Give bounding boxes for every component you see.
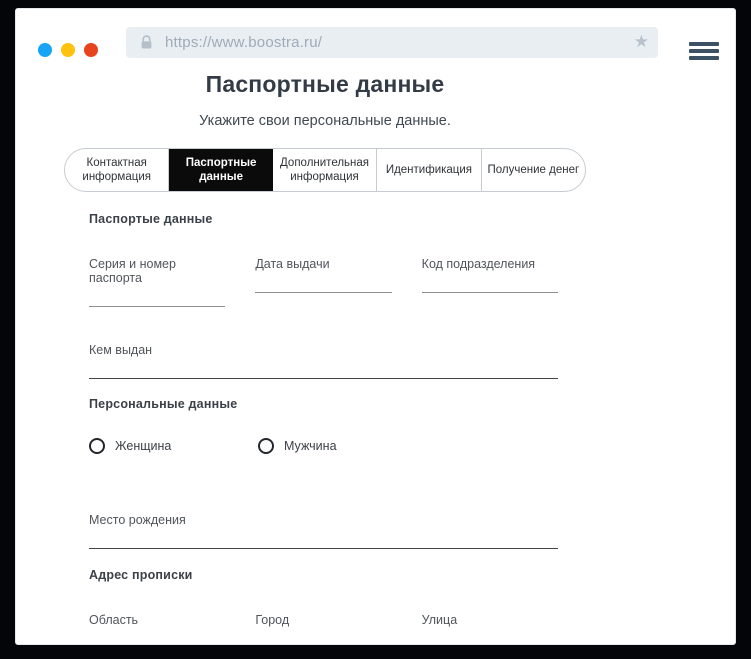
gender-male-option[interactable]: Мужчина (258, 438, 337, 454)
passport-series-input[interactable] (89, 286, 226, 307)
tab-contact-info[interactable]: Контактная информация (65, 149, 170, 191)
tab-money-receipt[interactable]: Получение денег (482, 149, 585, 191)
city-label: Город (255, 613, 290, 627)
division-code-label: Код подразделения (421, 257, 536, 271)
city-field: Город (255, 613, 391, 627)
issue-date-field: Дата выдачи (255, 257, 392, 307)
page-content: Паспортные данные Укажите свои персональ… (64, 9, 586, 644)
division-code-input[interactable] (421, 272, 558, 293)
issue-date-input[interactable] (255, 272, 392, 293)
issued-by-label: Кем выдан (89, 343, 153, 357)
star-bookmark-icon[interactable]: ★ (634, 31, 649, 53)
personal-section-title: Персональные данные (89, 397, 238, 411)
passport-section-title: Паспортые данные (89, 212, 213, 226)
browser-window: https://www.boostra.ru/ ★ Паспортные дан… (15, 8, 736, 645)
gender-female-radio[interactable] (89, 438, 105, 454)
page-title: Паспортные данные (205, 71, 445, 97)
gender-male-radio[interactable] (258, 438, 274, 454)
street-label: Улица (421, 613, 458, 627)
birthplace-input[interactable] (89, 528, 558, 549)
region-label: Область (89, 613, 139, 627)
gender-female-label: Женщина (115, 439, 172, 453)
gender-female-option[interactable]: Женщина (89, 438, 171, 454)
issue-date-label: Дата выдачи (255, 257, 330, 271)
form-steps-tabbar: Контактная информация Паспортные данные … (64, 148, 586, 192)
tab-additional-info[interactable]: Дополнительная информация (273, 149, 378, 191)
division-code-field: Код подразделения (421, 257, 558, 307)
tab-identification[interactable]: Идентификация (377, 149, 482, 191)
hamburger-menu-icon[interactable] (689, 42, 719, 60)
birthplace-label: Место рождения (89, 513, 186, 527)
passport-series-field: Серия и номер паспорта (89, 257, 226, 307)
tab-passport-data[interactable]: Паспортные данные (169, 149, 273, 191)
gender-male-label: Мужчина (284, 439, 337, 453)
window-dot-blue[interactable] (38, 43, 52, 57)
passport-series-label: Серия и номер паспорта (89, 257, 176, 285)
issued-by-field: Кем выдан (89, 343, 558, 379)
region-field: Область (89, 613, 225, 627)
street-field: Улица (422, 613, 558, 627)
issued-by-input[interactable] (89, 358, 558, 379)
birthplace-field: Место рождения (89, 513, 558, 549)
page-subtitle: Укажите свои персональные данные. (199, 113, 451, 129)
address-section-title: Адрес прописки (89, 568, 193, 582)
